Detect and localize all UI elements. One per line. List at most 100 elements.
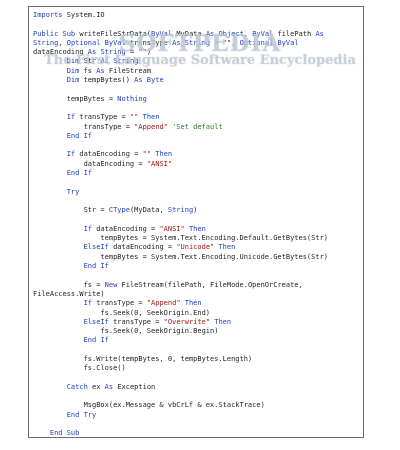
code-token: transType =	[113, 317, 164, 326]
code-token: fs.Close()	[33, 364, 126, 373]
code-token: fs.Seek(0, SeekOrigin.End)	[33, 308, 211, 317]
code-token: transType =	[79, 113, 130, 122]
code-token: MyData	[176, 29, 206, 38]
code-token: As	[96, 66, 109, 75]
code-line: tempBytes = System.Text.Encoding.Default…	[33, 234, 361, 243]
code-token: dataEncoding =	[33, 159, 147, 168]
code-token: Optional ByVal	[239, 38, 299, 47]
code-line: Dim tempBytes() As Byte	[33, 76, 361, 85]
code-token: Then	[218, 243, 236, 252]
code-line: fs.Close()	[33, 364, 361, 373]
code-line: If dataEncoding = "" Then	[33, 150, 361, 159]
code-line: String, Optional ByVal transType As Stri…	[33, 39, 361, 48]
code-token: ByVal	[252, 29, 278, 38]
code-token: ""	[222, 38, 232, 47]
code-token: Then	[188, 224, 206, 233]
code-token: Then	[184, 299, 202, 308]
code-token: fs.Write(tempBytes, 0, tempBytes.Length)	[33, 354, 253, 363]
code-token: As String	[172, 38, 215, 47]
code-line: transType = "Append" 'Set default	[33, 123, 361, 132]
code-token: Dim	[66, 76, 84, 85]
code-token: writeFileStrData(	[79, 29, 152, 38]
code-line: fs.Seek(0, SeekOrigin.Begin)	[33, 327, 361, 336]
code-token: "ANSI"	[159, 224, 189, 233]
code-token: If	[83, 299, 97, 308]
code-token: transType =	[33, 122, 135, 131]
code-token: As String	[100, 57, 139, 66]
code-token: As Byte	[134, 76, 164, 85]
code-token: )	[146, 48, 152, 57]
code-line: End If	[33, 336, 361, 345]
code-token: =	[214, 38, 223, 47]
code-token: CType	[108, 206, 130, 215]
code-token: dataEncoding	[33, 48, 88, 57]
code-token: As	[315, 29, 324, 38]
code-line: dataEncoding = "ANSI"	[33, 160, 361, 169]
code-line: Catch ex As Exception	[33, 383, 361, 392]
code-line: End If	[33, 169, 361, 178]
code-token: ex	[92, 382, 105, 391]
code-line: dataEncoding As String = "")	[33, 48, 361, 57]
code-token: ""	[142, 150, 156, 159]
code-token: )	[193, 206, 198, 215]
code-token: "Overwrite"	[163, 317, 215, 326]
code-token: ,	[243, 29, 253, 38]
code-token: FileStream(filePath, FileMode.OpenOrCrea…	[121, 280, 303, 289]
code-token: transType =	[96, 299, 147, 308]
code-line: Dim fs As FileStream	[33, 67, 361, 76]
code-token: Public Sub	[33, 29, 80, 38]
code-token: "Append"	[146, 299, 185, 308]
code-line: Public Sub writeFileStrData( ByVal MyData…	[33, 30, 361, 39]
code-token: If	[83, 224, 97, 233]
code-panel: Imports System.IO Public Sub writeFileStr…	[28, 6, 364, 438]
code-token: ""	[129, 113, 143, 122]
code-token: ElseIf	[83, 243, 114, 252]
code-token: End If	[83, 262, 109, 271]
code-token: As	[104, 382, 118, 391]
code-line: fs.Seek(0, SeekOrigin.End)	[33, 309, 361, 318]
code-token: Imports	[33, 11, 67, 19]
code-token: dataEncoding =	[96, 224, 160, 233]
code-token: As String	[87, 48, 130, 57]
code-line: Try	[33, 188, 361, 197]
code-token: System.IO	[66, 11, 105, 19]
code-line: End Sub	[33, 429, 361, 438]
code-token: ,	[58, 38, 67, 47]
code-line: fs = New FileStream(filePath, FileMode.O…	[33, 281, 361, 290]
code-token: "Append"	[134, 122, 173, 131]
code-token: End Sub	[49, 429, 80, 438]
code-token: transType	[129, 38, 173, 47]
code-token: End Try	[66, 410, 97, 419]
code-line: End If	[33, 262, 361, 271]
code-token: ElseIf	[83, 317, 114, 326]
code-token: tempBytes()	[83, 76, 135, 85]
code-token: FileAccess.Write)	[33, 289, 105, 298]
code-token: "Unicode"	[176, 243, 219, 252]
code-token: Str =	[33, 206, 109, 215]
code-line: FileAccess.Write)	[33, 290, 361, 299]
code-token: Then	[142, 113, 160, 122]
code-line: End If	[33, 132, 361, 141]
code-token: "ANSI"	[146, 159, 173, 168]
code-token: dataEncoding =	[79, 150, 143, 159]
code-token: tempBytes =	[33, 94, 118, 103]
code-line: fs.Write(tempBytes, 0, tempBytes.Length)	[33, 355, 361, 364]
